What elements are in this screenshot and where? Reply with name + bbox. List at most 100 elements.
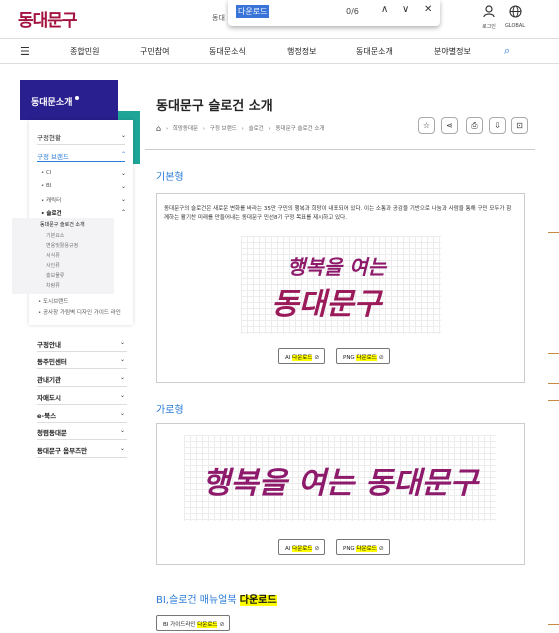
home-icon[interactable]: ⌂ [156, 124, 161, 133]
section-basic-title: 기본형 [156, 172, 184, 183]
print-icon[interactable]: ⎙ [466, 117, 483, 134]
chevron-up-icon[interactable]: ⌃ [121, 151, 126, 158]
search-icon[interactable]: ⌕ [504, 44, 510, 58]
globe-icon [500, 5, 530, 22]
bi-guideline-download-button[interactable]: BI 가이드라인 다운로드 ⊘ [156, 615, 231, 631]
chevron-down-icon[interactable]: ⌄ [121, 132, 126, 139]
divider [37, 404, 127, 405]
star-icon[interactable]: ☆ [418, 117, 435, 134]
sidebar-sub-ci[interactable]: • CI [41, 170, 51, 176]
slogan-line2: 동대문구 [271, 287, 384, 322]
slogan-line1: 행복을 여는 [287, 255, 388, 279]
breadcrumb-item[interactable]: 구정 브랜드 [210, 126, 237, 132]
sidebar-sub-guideline[interactable]: • 공사장 가림벽 디자인 가이드 라인 [38, 309, 130, 318]
chevron-down-icon[interactable]: ⌄ [121, 170, 126, 177]
breadcrumb-item[interactable]: 슬로건 [249, 126, 264, 132]
global-label: GLOBAL [504, 23, 526, 29]
main-nav: ☰ 종합민원 구민참여 동대문소식 행정정보 동대문소개 분야별정보 ⌕ [0, 38, 559, 64]
nav-item-news[interactable]: 동대문소식 [209, 46, 246, 57]
divider [37, 351, 127, 352]
find-count: 0/6 [346, 7, 359, 16]
slogan-sub-forms[interactable]: 서식류 [46, 252, 60, 259]
chevron-down-icon[interactable]: ⌄ [120, 356, 125, 363]
ai-download-button-2[interactable]: AI 다운로드 ⊘ [278, 539, 326, 555]
sidebar-sub-slogan[interactable]: • 슬로건 [41, 209, 62, 217]
horizontal-slogan-image: 행복을 여는 동대문구 [184, 435, 496, 521]
chevron-down-icon[interactable]: ⌄ [120, 374, 125, 381]
scan-icon[interactable]: ⊡ [511, 117, 528, 134]
sidebar-main-integrity[interactable]: 청렴동대문 [37, 427, 67, 437]
divider [37, 439, 127, 440]
scrollbar-match-mark [548, 232, 559, 233]
nav-item-civil[interactable]: 종합민원 [70, 46, 99, 57]
sidebar-main-ombudsman[interactable]: 동대문구 옴부즈만 [37, 445, 87, 455]
sidebar-main-info[interactable]: 구정안내 [37, 339, 61, 349]
chevron-down-icon[interactable]: ⌄ [120, 445, 125, 452]
page-title: 동대문구 슬로건 소개 [156, 99, 273, 114]
png-download-button-2[interactable]: PNG 다운로드 ⊘ [336, 539, 390, 555]
nav-item-participation[interactable]: 구민참여 [140, 46, 169, 57]
download-icon[interactable]: ⇩ [489, 117, 506, 134]
slogan-sub-vehicle[interactable]: 차량류 [46, 282, 60, 289]
sidebar-main-ebooks[interactable]: e-북스 [37, 410, 56, 420]
slogan-sub-rules[interactable]: 변용및활용규정 [46, 242, 78, 249]
divider [37, 368, 127, 369]
scrollbar-match-mark [548, 383, 559, 384]
sidebar-sub-citybrand[interactable]: • 도시브랜드 [38, 297, 68, 305]
download-circle-icon: ⊘ [219, 621, 225, 628]
sidebar-sub-character[interactable]: • 캐릭터 [41, 196, 61, 204]
download-circle-icon: ⊘ [314, 354, 320, 361]
sidebar-main-center[interactable]: 동주민센터 [37, 356, 67, 366]
nav-item-admin[interactable]: 행정정보 [287, 46, 316, 57]
slogan-sub-promo[interactable]: 홍보물류 [46, 272, 64, 279]
breadcrumb-item[interactable]: 희망동대문 [173, 126, 198, 132]
nav-item-intro[interactable]: 동대문소개 [356, 46, 393, 57]
divider [37, 144, 125, 145]
slogan-sub-intro[interactable]: 동대문구 슬로건 소개 [40, 221, 85, 228]
divider [37, 386, 127, 387]
hamburger-icon[interactable]: ☰ [20, 45, 30, 58]
ai-download-button[interactable]: AI 다운로드 ⊘ [278, 348, 326, 364]
scrollbar-match-mark [548, 624, 559, 625]
site-logo[interactable]: 동대문구 [18, 6, 78, 31]
sidebar-sub-bi[interactable]: • BI [41, 183, 51, 189]
chevron-down-icon[interactable]: ⌄ [120, 410, 125, 417]
find-bar: 다운로드 0/6 ∧ ∨ ✕ [228, 0, 440, 26]
download-circle-icon: ⊘ [314, 545, 320, 552]
sidebar-item-status[interactable]: 구정현황 [37, 132, 61, 142]
download-circle-icon: ⊘ [378, 545, 384, 552]
find-next-button[interactable]: ∨ [402, 4, 409, 15]
sidebar-title: 동대문소개 [20, 80, 118, 120]
basic-slogan-image: 행복을 여는 동대문구 [241, 236, 441, 334]
share-icon[interactable]: ⋖ [441, 117, 458, 134]
divider [145, 149, 535, 150]
chevron-up-icon[interactable]: ⌃ [121, 209, 126, 216]
slogan-sub-signs[interactable]: 사인류 [46, 262, 60, 269]
sidebar-item-brand[interactable]: 구정 브랜드 [37, 151, 69, 161]
divider [37, 422, 127, 423]
divider [37, 457, 127, 458]
breadcrumb-current: 동대문구 슬로건 소개 [275, 126, 325, 132]
scrollbar-match-mark [548, 400, 559, 401]
chevron-down-icon[interactable]: ⌄ [121, 183, 126, 190]
find-close-button[interactable]: ✕ [424, 4, 432, 15]
slogan-horizontal: 행복을 여는 동대문구 [202, 466, 480, 501]
nav-item-field[interactable]: 분야별정보 [434, 46, 471, 57]
basic-description: 동대문구의 슬로건은 새로운 변화를 바라는 35만 구민의 행복과 희망이 내… [164, 206, 512, 221]
breadcrumb: ⌂ › 희망동대문 › 구정 브랜드 › 슬로건 › 동대문구 슬로건 소개 [156, 124, 325, 133]
section-horizontal-title: 가로형 [156, 405, 184, 416]
sidebar-main-sister[interactable]: 자매도시 [37, 392, 61, 402]
chevron-down-icon[interactable]: ⌄ [120, 427, 125, 434]
download-circle-icon: ⊘ [378, 354, 384, 361]
chevron-down-icon[interactable]: ⌄ [120, 339, 125, 346]
slogan-sub-basic[interactable]: 기본요소 [46, 232, 64, 239]
global-button[interactable]: GLOBAL [500, 5, 530, 29]
chevron-down-icon[interactable]: ⌄ [121, 196, 126, 203]
png-download-button[interactable]: PNG 다운로드 ⊘ [336, 348, 390, 364]
divider-active [37, 161, 125, 162]
find-input[interactable]: 다운로드 [236, 5, 270, 18]
sidebar-main-agency[interactable]: 관내기관 [37, 374, 61, 384]
find-prev-button[interactable]: ∧ [381, 4, 388, 15]
header-search-text[interactable]: 동대 [212, 13, 225, 23]
chevron-down-icon[interactable]: ⌄ [120, 392, 125, 399]
